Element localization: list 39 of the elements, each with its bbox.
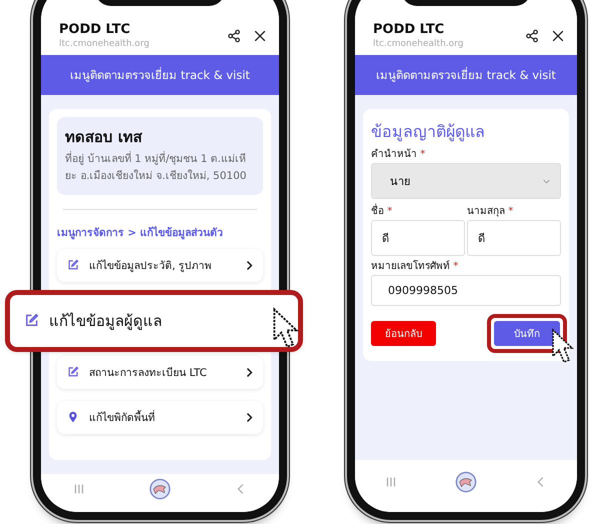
chevron-right-icon (245, 366, 253, 378)
patient-name: ทดสอบ เทส (65, 127, 144, 148)
share-icon[interactable] (525, 28, 539, 42)
form-title: ข้อมูลญาติผู้ดูแล (371, 121, 486, 144)
close-icon[interactable] (253, 28, 267, 42)
page-url: ltc.cmonehealth.org (373, 39, 464, 49)
menu-item[interactable]: แก้ไขข้อมูลผู้ดูแล (5, 290, 303, 352)
edit-icon (67, 366, 79, 378)
breadcrumb: เมนูการจัดการ > แก้ไขข้อมูลส่วนตัว (57, 225, 224, 241)
caret-icon (543, 178, 550, 184)
edit-icon (67, 259, 79, 272)
chevron-right-icon (245, 260, 253, 271)
patient-address: ที่อยู่ บ้านเลขที่ 1 หมู่ที่/ชุมชน 1 ต.แม่เหียะ อ.เมืองเชียงใหม่ จ.เชียงใหม่, 50100 (65, 151, 248, 184)
map-pin-icon (67, 411, 79, 424)
save-button[interactable]: บันทึก (494, 321, 560, 346)
menu-item[interactable]: แก้ไขข้อมูลประวัติ, รูปภาพ (57, 248, 263, 282)
close-icon[interactable] (551, 28, 565, 42)
field-label: หมายเลขโทรศัพท์ * (371, 259, 460, 273)
menu-banner: เมนูติดตามตรวจเยี่ยม track & visit (355, 55, 577, 95)
field-label: ชื่อ * (371, 203, 465, 218)
share-icon[interactable] (227, 28, 241, 42)
prefix-select[interactable]: นาย (371, 163, 561, 199)
field-label: คำนำหน้า * (371, 148, 426, 161)
input-field[interactable]: ดี (467, 220, 561, 256)
menu-item[interactable]: แก้ไขพิกัดพื้นที่ (57, 400, 263, 434)
back-button[interactable]: ย้อนกลับ (371, 321, 436, 346)
page-title: PODD LTC (59, 22, 132, 37)
field-label: นามสกุล * (467, 205, 514, 218)
chevron-right-icon (245, 412, 253, 423)
input-field[interactable]: ดี (371, 220, 465, 256)
phone-input-field[interactable]: 0909998505 (371, 275, 561, 306)
mouse-pointer-icon (272, 306, 300, 349)
app-logo-icon[interactable] (148, 478, 171, 500)
menu-banner: เมนูติดตามตรวจเยี่ยม track & visit (41, 55, 279, 95)
app-logo-icon[interactable] (454, 471, 477, 493)
menu-item[interactable]: สถานะการลงทะเบียน LTC (57, 356, 263, 389)
page-title: PODD LTC (373, 22, 446, 37)
edit-icon (24, 313, 39, 328)
page-url: ltc.cmonehealth.org (59, 39, 150, 49)
